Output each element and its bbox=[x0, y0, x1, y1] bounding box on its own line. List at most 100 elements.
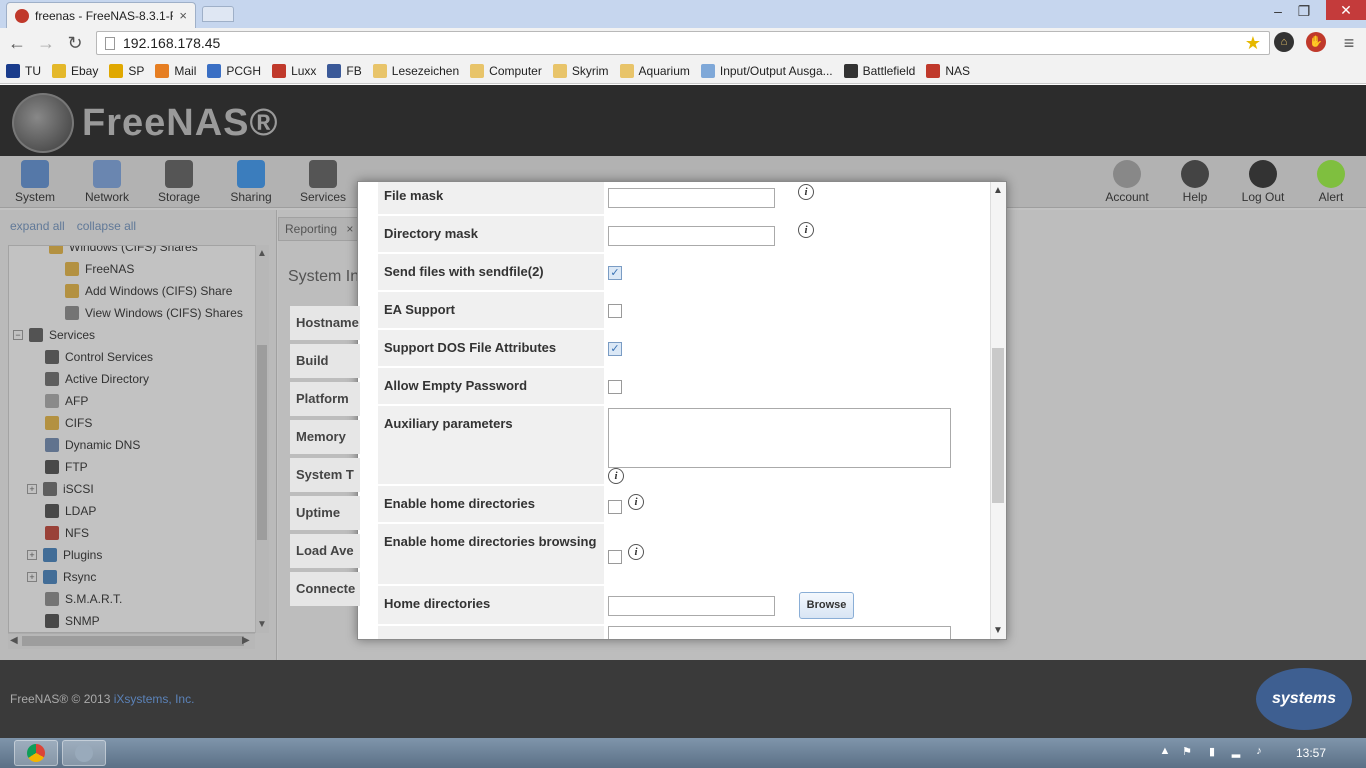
ixsystems-link[interactable]: iXsystems, Inc. bbox=[114, 692, 195, 706]
window-close-icon[interactable]: ✕ bbox=[1326, 0, 1366, 20]
home-dirs-browsing-info-icon[interactable]: i bbox=[628, 544, 644, 560]
taskbar-chrome-icon[interactable] bbox=[14, 740, 58, 766]
toolbar-help-button[interactable]: Help bbox=[1160, 160, 1230, 204]
bookmark-icon bbox=[926, 64, 941, 78]
battery-icon[interactable]: ▮ bbox=[1205, 745, 1219, 759]
bookmark-item[interactable]: SP bbox=[109, 64, 144, 78]
browse-button[interactable]: Browse bbox=[799, 592, 854, 619]
bookmark-item[interactable]: Lesezeichen bbox=[372, 64, 460, 78]
info-row-label: Hostname bbox=[290, 306, 360, 340]
volume-icon[interactable]: ♪ bbox=[1252, 745, 1266, 759]
bookmark-label: Battlefield bbox=[862, 64, 916, 78]
bookmark-item[interactable]: PCGH bbox=[207, 64, 261, 78]
ixsystems-logo[interactable]: systems bbox=[1256, 668, 1352, 730]
bookmark-star-icon[interactable]: ★ bbox=[1242, 32, 1264, 54]
bookmark-item[interactable]: Battlefield bbox=[843, 64, 916, 78]
dialog-scroll-down-icon[interactable]: ▼ bbox=[993, 625, 1003, 636]
tab-close-icon[interactable]: × bbox=[179, 8, 187, 23]
forward-icon[interactable]: → bbox=[35, 32, 57, 54]
dialog-scroll-thumb[interactable] bbox=[992, 348, 1004, 503]
freenas-favicon-icon bbox=[15, 8, 29, 23]
new-tab-button[interactable] bbox=[202, 6, 234, 22]
sharing-icon bbox=[237, 160, 265, 188]
directory-mask-row: Directory mask i bbox=[378, 216, 974, 252]
bookmark-icon bbox=[470, 64, 485, 78]
bookmark-item[interactable]: Ebay bbox=[52, 64, 98, 78]
info-row-label: System T bbox=[290, 458, 360, 492]
dos-attributes-checkbox[interactable]: ✓ bbox=[608, 342, 622, 356]
directory-mask-input[interactable] bbox=[608, 226, 775, 246]
reload-icon[interactable]: ↻ bbox=[64, 32, 86, 54]
alert-icon bbox=[1317, 160, 1345, 188]
toolbar-label: System bbox=[14, 190, 55, 204]
bookmark-item[interactable]: Mail bbox=[155, 64, 196, 78]
bookmark-item[interactable]: FB bbox=[327, 64, 362, 78]
bookmark-item[interactable]: Luxx bbox=[272, 64, 316, 78]
services-icon bbox=[309, 160, 337, 188]
file-mask-info-icon[interactable]: i bbox=[798, 184, 814, 200]
bookmark-icon bbox=[207, 64, 222, 78]
next-row-textarea[interactable] bbox=[608, 626, 951, 639]
empty-password-checkbox[interactable] bbox=[608, 380, 622, 394]
bookmark-item[interactable]: Input/Output Ausga... bbox=[700, 64, 833, 78]
home-directories-input[interactable] bbox=[608, 596, 775, 616]
ea-support-checkbox[interactable] bbox=[608, 304, 622, 318]
toolbar-label: Alert bbox=[1318, 190, 1344, 204]
toolbar-account-button[interactable]: Account bbox=[1092, 160, 1162, 204]
bookmark-item[interactable]: Skyrim bbox=[552, 64, 609, 78]
file-mask-row: File mask i bbox=[378, 182, 974, 214]
toolbar-label: Network bbox=[84, 190, 129, 204]
toolbar-storage-button[interactable]: Storage bbox=[144, 160, 214, 204]
info-row-label: Load Ave bbox=[290, 534, 360, 568]
toolbar-alert-button[interactable]: Alert bbox=[1296, 160, 1366, 204]
sendfile-checkbox[interactable]: ✓ bbox=[608, 266, 622, 280]
home-dirs-info-icon[interactable]: i bbox=[628, 494, 644, 510]
menu-icon[interactable]: ≡ bbox=[1338, 32, 1360, 54]
aux-params-info-icon[interactable]: i bbox=[608, 468, 624, 484]
toolbar-system-button[interactable]: System bbox=[0, 160, 70, 204]
tray-expand-icon[interactable]: ▲ bbox=[1158, 745, 1172, 759]
system-icon bbox=[21, 160, 49, 188]
extension-icon[interactable]: ⌂ bbox=[1274, 32, 1294, 52]
network-icon[interactable]: ▂ bbox=[1229, 745, 1243, 759]
dialog-scroll-up-icon[interactable]: ▲ bbox=[993, 185, 1003, 196]
freenas-shark-icon bbox=[12, 93, 74, 153]
back-icon[interactable]: ← bbox=[6, 32, 28, 54]
home-dirs-row: Enable home directories i bbox=[378, 486, 974, 522]
toolbar-sharing-button[interactable]: Sharing bbox=[216, 160, 286, 204]
restore-icon[interactable]: ❐ bbox=[1292, 2, 1316, 20]
bookmark-icon bbox=[6, 64, 20, 78]
bookmark-label: Lesezeichen bbox=[391, 64, 460, 78]
address-bar[interactable]: 192.168.178.45 bbox=[96, 31, 1270, 55]
bookmark-item[interactable]: Computer bbox=[470, 64, 542, 78]
home-dirs-checkbox[interactable] bbox=[608, 500, 622, 514]
toolbar-log-out-button[interactable]: Log Out bbox=[1228, 160, 1298, 204]
dos-attributes-label: Support DOS File Attributes bbox=[378, 330, 604, 366]
tab-title: freenas - FreeNAS-8.3.1-R bbox=[35, 8, 174, 23]
minimize-icon[interactable]: – bbox=[1266, 2, 1290, 20]
bookmark-item[interactable]: NAS bbox=[926, 64, 970, 78]
directory-mask-info-icon[interactable]: i bbox=[798, 222, 814, 238]
adblock-icon[interactable]: ✋ bbox=[1306, 32, 1326, 52]
bookmark-icon bbox=[372, 64, 387, 78]
taskbar-app-icon[interactable] bbox=[62, 740, 106, 766]
info-row-label: Platform bbox=[290, 382, 360, 416]
bookmark-label: Luxx bbox=[291, 64, 317, 78]
home-dirs-browsing-checkbox[interactable] bbox=[608, 550, 622, 564]
home-dirs-browsing-row: Enable home directories browsing i bbox=[378, 524, 974, 584]
clock[interactable]: 13:57 bbox=[1296, 746, 1326, 760]
bookmark-item[interactable]: Aquarium bbox=[619, 64, 690, 78]
browser-tab[interactable]: freenas - FreeNAS-8.3.1-R × bbox=[6, 2, 196, 28]
bookmark-icon bbox=[155, 64, 170, 78]
toolbar-services-button[interactable]: Services bbox=[288, 160, 358, 204]
aux-params-textarea[interactable] bbox=[608, 408, 951, 468]
info-row-label: Connecte bbox=[290, 572, 360, 606]
info-row-label: Uptime bbox=[290, 496, 360, 530]
toolbar-network-button[interactable]: Network bbox=[72, 160, 142, 204]
bookmark-item[interactable]: TU bbox=[6, 64, 41, 78]
help-icon bbox=[1181, 160, 1209, 188]
file-mask-input[interactable] bbox=[608, 188, 775, 208]
toolbar-label: Sharing bbox=[230, 190, 272, 204]
bookmark-label: Aquarium bbox=[638, 64, 690, 78]
action-center-icon[interactable]: ⚑ bbox=[1180, 745, 1194, 759]
